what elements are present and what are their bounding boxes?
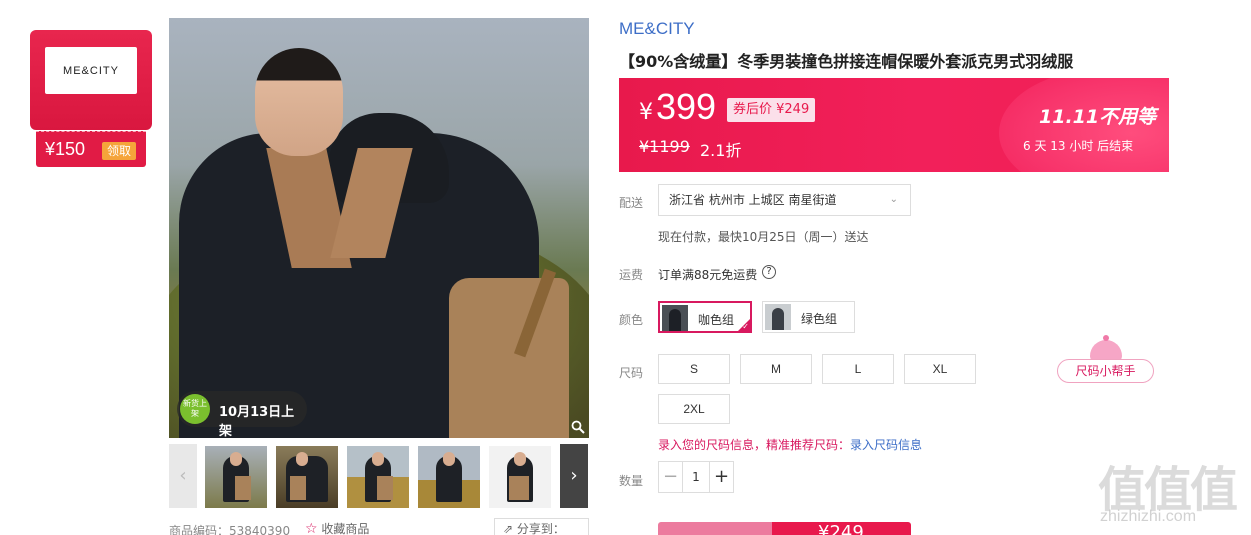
coupon-strip: ¥150 领取 (36, 131, 146, 167)
address-value: 浙江省 杭州市 上城区 南星街道 (669, 193, 837, 207)
freight-label: 运费 (619, 268, 644, 282)
brand-coupon-card[interactable]: ME&CITY (30, 30, 152, 130)
share-button[interactable]: ⇗ 分享到： (494, 518, 589, 535)
new-arrival-badge: 新货上架 10月13日上架 (177, 391, 307, 438)
size-option-xl[interactable]: XL (904, 354, 976, 384)
delivery-estimate: 现在付款，最快10月25日（周一）送达 (658, 230, 869, 244)
color-option-label: 咖色组 (698, 313, 735, 327)
quantity-label: 数量 (619, 474, 644, 488)
thumbnail[interactable] (489, 446, 551, 508)
address-select[interactable]: 浙江省 杭州市 上城区 南星街道 ⌄ (658, 184, 911, 216)
add-to-cart-button[interactable] (658, 522, 772, 535)
favorite-button[interactable]: ☆ 收藏商品 (305, 520, 369, 535)
quantity-increase-button[interactable]: + (709, 462, 733, 492)
image-model-head (255, 48, 343, 156)
color-label: 颜色 (619, 313, 644, 327)
thumbnail[interactable] (276, 446, 338, 508)
color-option-brown[interactable]: 咖色组 ✓ (658, 301, 752, 333)
size-option-m[interactable]: M (740, 354, 812, 384)
price-currency: ¥ (639, 100, 653, 125)
watermark: 值值值 zhizhizhi.com (1098, 450, 1248, 530)
product-title: 【90%含绒量】冬季男装撞色拼接连帽保暖外套派克男式羽绒服 (619, 52, 1074, 71)
new-arrival-date: 10月13日上架 (219, 405, 295, 438)
size-option-2xl[interactable]: 2XL (658, 394, 730, 424)
main-product-image[interactable]: 新货上架 10月13日上架 (169, 18, 589, 438)
price-banner: ¥ 399 券后价 ¥249 ¥1199 2.1折 11.11不用等 6 天 1… (619, 78, 1169, 172)
color-option-label: 绿色组 (801, 312, 838, 326)
share-label: 分享到： (516, 522, 565, 535)
quantity-decrease-button[interactable]: − (659, 462, 683, 492)
size-note: 录入您的尺码信息，精准推荐尺码：录入尺码信息 (658, 436, 922, 453)
new-arrival-icon: 新货上架 (180, 394, 210, 424)
brand-logo-text: ME&CITY (63, 64, 119, 77)
promo-title: 11.11不用等 (1039, 106, 1157, 128)
promo-countdown: 6 天 13 小时 后结束 (1023, 139, 1134, 153)
chevron-down-icon: ⌄ (889, 194, 898, 205)
buy-now-price: ¥249 (818, 522, 864, 535)
favorite-label: 收藏商品 (321, 522, 370, 535)
color-swatch-image (765, 304, 791, 330)
zoom-icon[interactable] (571, 420, 585, 434)
original-price: ¥1199 (639, 137, 690, 156)
coupon-value: ¥150 (45, 139, 86, 159)
brand-link[interactable]: ME&CITY (619, 19, 695, 39)
size-entry-link[interactable]: 录入尺码信息 (850, 438, 922, 452)
product-sku: 商品编码：53840390 (169, 524, 291, 535)
thumbnail-prev-button[interactable]: ‹ (169, 444, 197, 508)
star-icon: ☆ (305, 521, 318, 535)
claim-coupon-button[interactable]: 领取 (102, 142, 136, 160)
thumbnail[interactable] (205, 446, 267, 508)
size-label: 尺码 (619, 366, 644, 380)
color-swatch-image (662, 305, 688, 331)
buy-now-button[interactable]: ¥249 (772, 522, 911, 535)
current-price: 399 (656, 86, 717, 127)
thumbnail-next-button[interactable]: › (560, 444, 588, 508)
thumbnail[interactable] (347, 446, 409, 508)
brand-logo[interactable]: ME&CITY (45, 47, 137, 94)
size-option-l[interactable]: L (822, 354, 894, 384)
discount-rate: 2.1折 (700, 141, 742, 160)
thumbnail[interactable] (418, 446, 480, 508)
watermark-url: zhizhizhi.com (1100, 508, 1197, 525)
image-tan-panel (449, 278, 569, 438)
quantity-stepper: − 1 + (658, 461, 734, 493)
share-icon: ⇗ (503, 522, 514, 535)
freight-text: 订单满88元免运费 (658, 268, 758, 282)
delivery-label: 配送 (619, 196, 644, 210)
quantity-input[interactable]: 1 (683, 462, 709, 492)
coupon-price-badge: 券后价 ¥249 (727, 98, 816, 122)
check-icon: ✓ (742, 322, 749, 331)
help-icon[interactable]: ? (762, 265, 776, 279)
size-note-text: 录入您的尺码信息，精准推荐尺码： (658, 438, 851, 452)
size-helper-button[interactable]: 尺码小帮手 (1057, 359, 1154, 383)
color-option-green[interactable]: 绿色组 (762, 301, 855, 333)
size-option-s[interactable]: S (658, 354, 730, 384)
